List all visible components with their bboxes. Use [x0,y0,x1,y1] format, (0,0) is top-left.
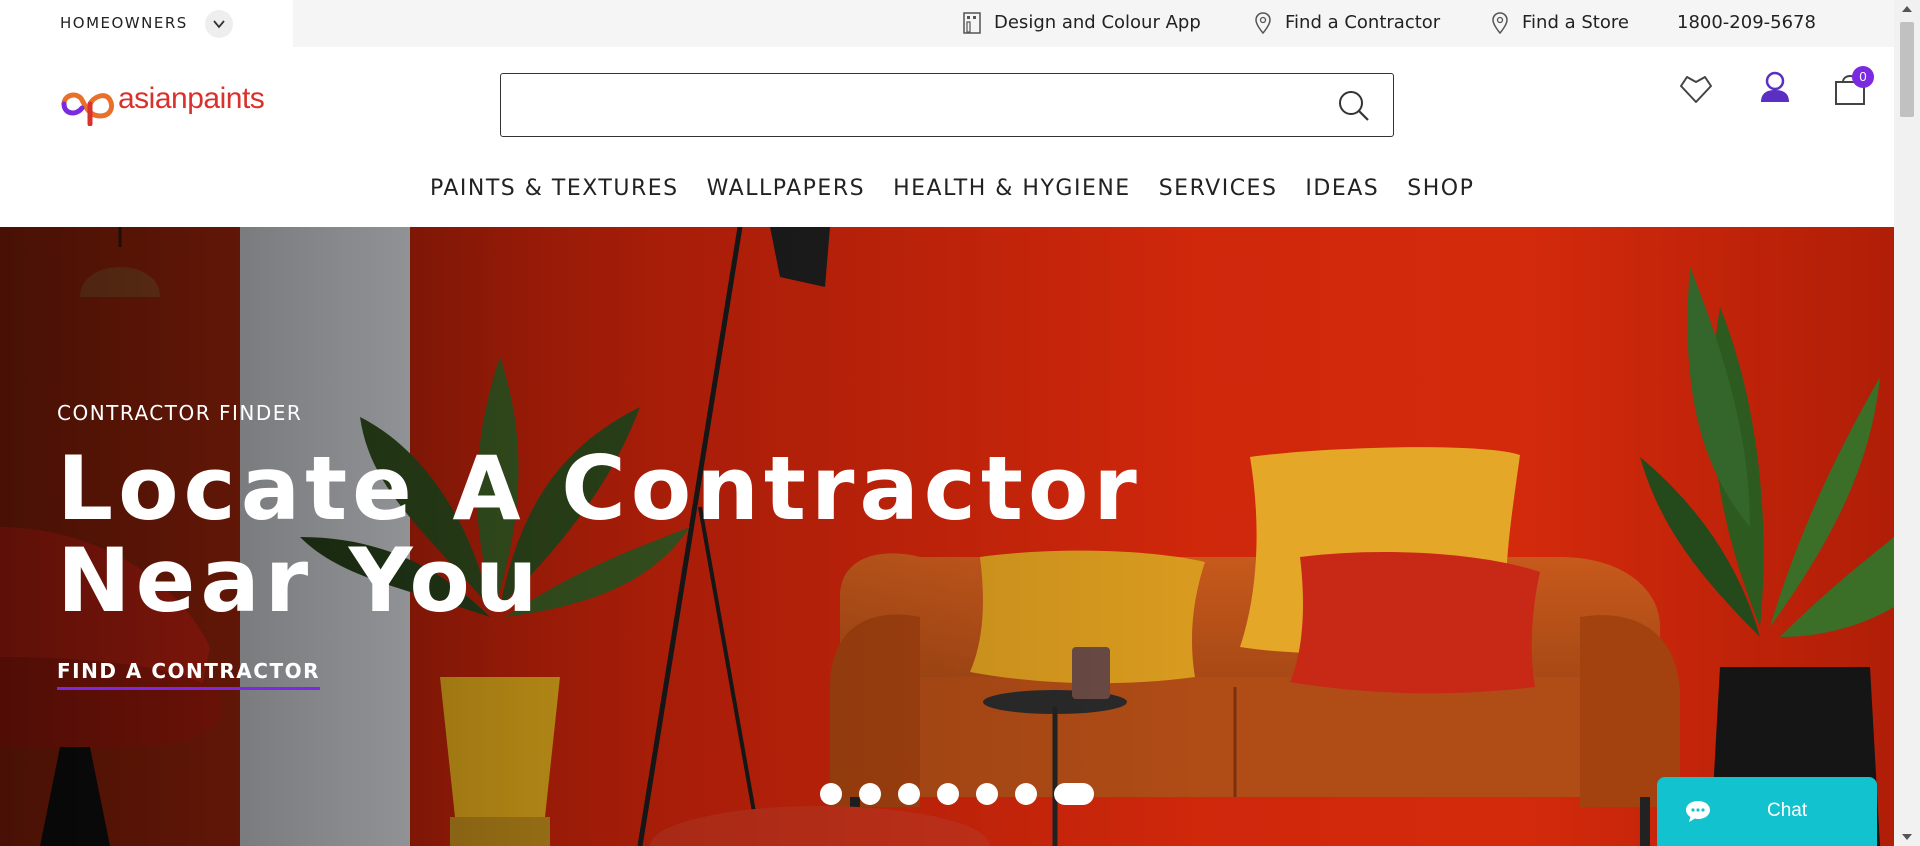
asianpaints-logo[interactable]: asianpaints [60,82,285,126]
hero-title-line2: Near You [57,529,543,632]
heart-icon[interactable] [1676,68,1716,108]
phone-number-link[interactable]: 1800-209-5678 [1677,12,1816,33]
nav-paints-textures[interactable]: PAINTS & TEXTURES [430,176,679,201]
carousel-dot[interactable] [937,783,959,805]
carousel-dot[interactable] [859,783,881,805]
logo-mark-icon [61,92,115,126]
hero-banner: CONTRACTOR FINDER Locate A Contractor Ne… [0,227,1894,846]
hero-title: Locate A Contractor Near You [57,443,1157,627]
carousel-dot[interactable] [898,783,920,805]
utility-bar: HOMEOWNERS Design and Colour App Find a … [0,0,1894,47]
logo-text: asianpaints [118,82,265,115]
chat-widget[interactable]: Chat [1657,777,1877,846]
find-contractor-link[interactable]: Find a Contractor [1255,12,1441,35]
chevron-down-icon[interactable] [205,10,233,38]
scroll-thumb[interactable] [1900,22,1914,117]
main-nav: PAINTS & TEXTURES WALLPAPERS HEALTH & HY… [430,176,1502,201]
scroll-down-arrow-icon[interactable] [1902,834,1912,840]
design-colour-app-label: Design and Colour App [994,12,1201,33]
find-store-link[interactable]: Find a Store [1492,12,1629,35]
nav-ideas[interactable]: IDEAS [1305,176,1379,201]
page-scrollbar[interactable] [1894,0,1920,846]
find-contractor-cta[interactable]: FIND A CONTRACTOR [57,659,321,690]
search-bar [500,73,1394,137]
nav-wallpapers[interactable]: WALLPAPERS [707,176,865,201]
cart-count-badge: 0 [1852,66,1874,88]
nav-health-hygiene[interactable]: HEALTH & HYGIENE [893,176,1131,201]
user-icon[interactable] [1755,68,1795,108]
carousel-dot[interactable] [820,783,842,805]
chat-bubble-icon [1685,799,1711,827]
scroll-up-arrow-icon[interactable] [1902,6,1912,12]
design-colour-app-link[interactable]: Design and Colour App [963,12,1201,34]
carousel-dot-active[interactable] [1054,783,1094,805]
carousel-dot[interactable] [976,783,998,805]
carousel-dots [820,783,1111,805]
audience-label: HOMEOWNERS [60,14,188,32]
find-store-label: Find a Store [1522,12,1629,33]
chat-label: Chat [1767,800,1808,821]
find-contractor-label: Find a Contractor [1285,12,1441,33]
search-icon[interactable] [1337,89,1371,123]
phone-app-icon [962,12,982,39]
nav-services[interactable]: SERVICES [1159,176,1278,201]
search-input[interactable] [513,84,1313,126]
location-pin-icon [1255,12,1271,39]
hero-title-line1: Locate A Contractor [57,437,1142,540]
hero-eyebrow: CONTRACTOR FINDER [57,401,303,425]
carousel-dot[interactable] [1015,783,1037,805]
audience-selector[interactable]: HOMEOWNERS [0,0,293,47]
location-pin-icon [1492,12,1508,39]
nav-shop[interactable]: SHOP [1407,176,1474,201]
